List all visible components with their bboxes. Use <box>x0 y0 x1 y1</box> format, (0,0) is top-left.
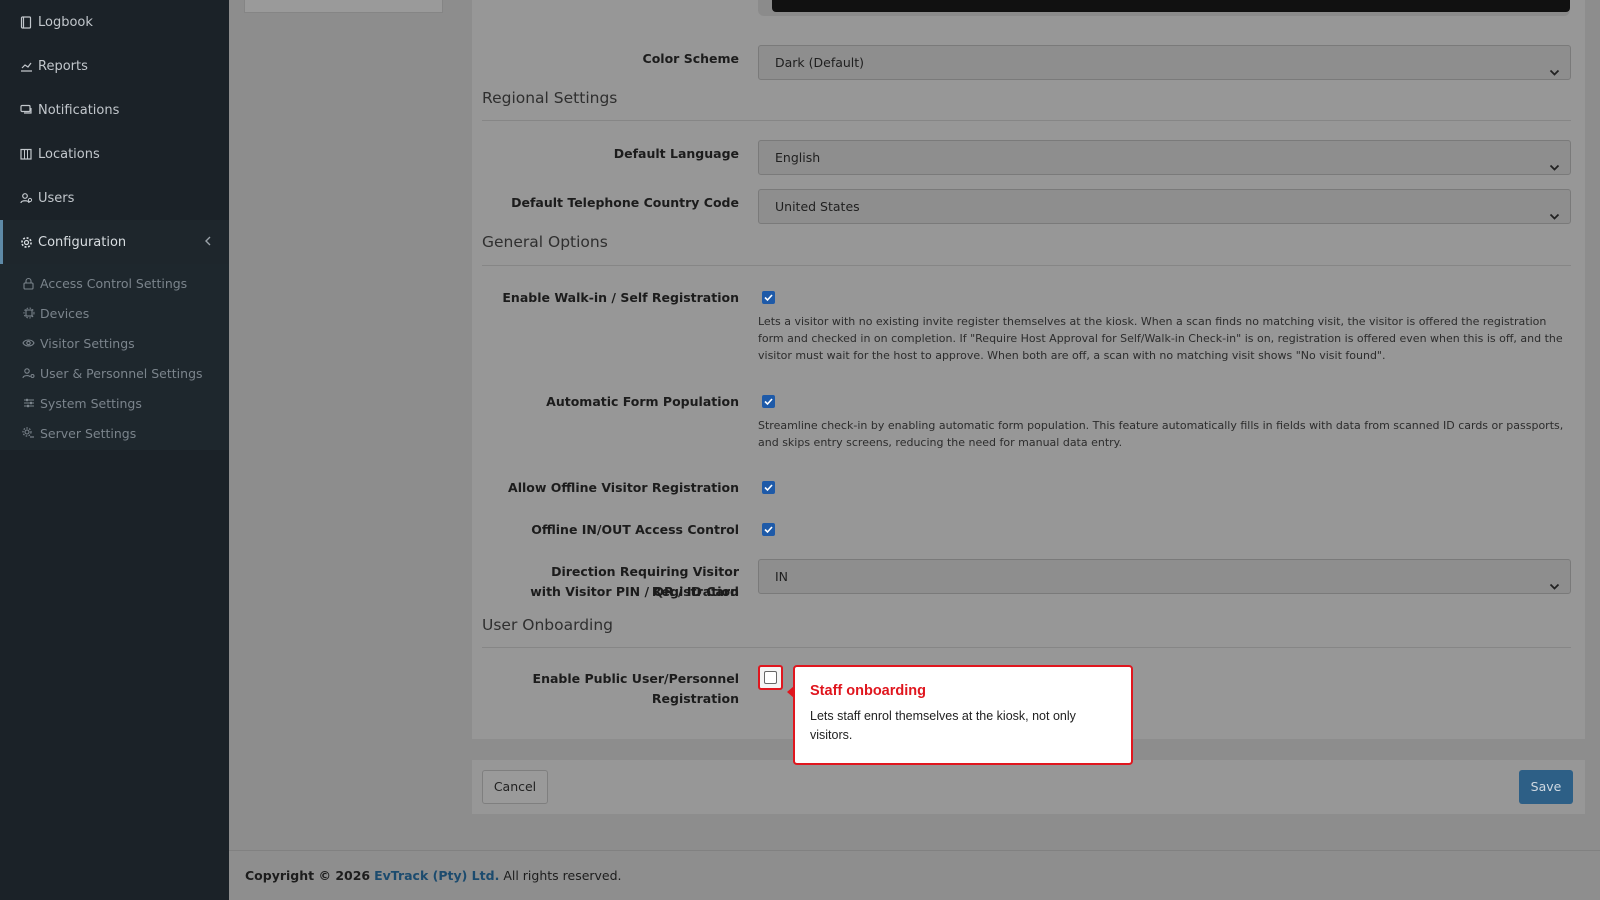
gear-icon <box>19 235 33 249</box>
configuration-submenu: Access Control Settings Devices Visitor … <box>0 264 229 450</box>
sidebar-subitem-user-personnel[interactable]: User & Personnel Settings <box>0 358 229 388</box>
chart-icon <box>19 59 33 73</box>
tooltip-body: Lets staff enrol themselves at the kiosk… <box>810 709 1076 742</box>
country-code-label: Default Telephone Country Code <box>511 195 739 210</box>
theme-preview <box>772 0 1570 12</box>
tooltip-arrow <box>787 686 794 698</box>
user-gear-icon <box>22 367 35 380</box>
sidebar-item-label: Users <box>38 190 75 206</box>
offline-access-checkbox[interactable] <box>762 523 775 536</box>
sidebar-subitem-label: Access Control Settings <box>40 275 188 291</box>
divider <box>482 647 1571 648</box>
server-gear-icon <box>22 427 35 440</box>
sidebar-subitem-access-control[interactable]: Access Control Settings <box>0 268 229 298</box>
divider <box>482 265 1571 266</box>
sidebar-subitem-label: Devices <box>40 305 90 321</box>
cancel-button[interactable]: Cancel <box>482 770 548 804</box>
sidebar-item-label: Notifications <box>38 102 120 118</box>
chevron-down-icon <box>1549 152 1560 171</box>
sidebar-item-reports[interactable]: Reports <box>0 44 229 88</box>
copyright-text: Copyright © 2026 <box>245 868 371 883</box>
settings-panel: Color Scheme Dark (Default) Regional Set… <box>472 0 1585 739</box>
direction-row: Direction Requiring Visitor Registration… <box>482 562 739 602</box>
sidebar-item-logbook[interactable]: Logbook <box>0 0 229 44</box>
page-footer: Copyright © 2026 EvTrack (Pty) Ltd. All … <box>229 850 1600 900</box>
public-registration-row: Enable Public User/Personnel Registratio… <box>482 669 739 709</box>
sidebar-item-locations[interactable]: Locations <box>0 132 229 176</box>
sidebar-item-notifications[interactable]: Notifications <box>0 88 229 132</box>
checkbox-box <box>764 671 777 684</box>
public-registration-checkbox[interactable] <box>758 665 783 690</box>
sidebar-item-label: Locations <box>38 146 100 162</box>
chevron-left-icon[interactable] <box>201 234 215 248</box>
sidebar-subitem-server-settings[interactable]: Server Settings <box>0 418 229 448</box>
chevron-down-icon <box>1549 201 1560 220</box>
offline-access-label: Offline IN/OUT Access Control <box>531 522 739 537</box>
country-code-value: United States <box>775 199 860 214</box>
direction-value: IN <box>775 569 789 584</box>
onboarding-tooltip: Staff onboarding Lets staff enrol themse… <box>787 665 1133 765</box>
sidebar-item-label: Logbook <box>38 14 93 30</box>
sidebar-item-label: Reports <box>38 58 88 74</box>
default-language-select[interactable]: English <box>758 140 1571 175</box>
sliders-icon <box>22 397 35 410</box>
public-registration-label-line2: Registration <box>651 691 739 706</box>
default-language-value: English <box>775 150 821 165</box>
sidebar-item-label: Configuration <box>38 234 127 250</box>
sidebar-subitem-system-settings[interactable]: System Settings <box>0 388 229 418</box>
auto-form-checkbox[interactable] <box>762 395 775 408</box>
company-link[interactable]: EvTrack (Pty) Ltd. <box>374 868 499 883</box>
color-scheme-value: Dark (Default) <box>775 55 865 70</box>
auto-form-help-text: Streamline check-in by enabling automati… <box>758 419 1564 449</box>
auto-form-label: Automatic Form Population <box>546 394 739 409</box>
rights-text: All rights reserved. <box>503 868 622 883</box>
sidebar-item-configuration[interactable]: Configuration <box>0 220 229 264</box>
direction-label-line2: with Visitor PIN / QR / ID Card <box>530 584 739 599</box>
sidebar-subitem-visitor-settings[interactable]: Visitor Settings <box>0 328 229 358</box>
chevron-down-icon <box>1549 571 1560 590</box>
eye-icon <box>22 337 35 350</box>
tooltip-title: Staff onboarding <box>810 683 926 699</box>
sidebar-subitem-devices[interactable]: Devices <box>0 298 229 328</box>
walkin-label: Enable Walk-in / Self Registration <box>502 290 739 305</box>
form-actions-bar: Cancel Save <box>472 760 1585 814</box>
direction-select[interactable]: IN <box>758 559 1571 594</box>
building-icon <box>19 147 33 161</box>
sidebar-subitem-label: Server Settings <box>40 425 137 441</box>
divider <box>482 120 1571 121</box>
user-onboarding-heading: User Onboarding <box>482 616 614 634</box>
sidebar-subitem-label: User & Personnel Settings <box>40 365 203 381</box>
walkin-help-text: Lets a visitor with no existing invite r… <box>758 315 1563 362</box>
offline-registration-label: Allow Offline Visitor Registration <box>508 480 739 495</box>
color-scheme-select[interactable]: Dark (Default) <box>758 45 1571 80</box>
sidebar-subitem-label: Visitor Settings <box>40 335 135 351</box>
default-language-label: Default Language <box>613 146 739 161</box>
users-icon <box>19 191 33 205</box>
general-options-heading: General Options <box>482 233 608 251</box>
lock-icon <box>22 277 35 290</box>
cpu-icon <box>22 307 35 320</box>
public-registration-label-line1: Enable Public User/Personnel <box>532 671 739 686</box>
settings-nav-card <box>244 0 443 13</box>
offline-registration-checkbox[interactable] <box>762 481 775 494</box>
book-icon <box>19 15 33 29</box>
save-button[interactable]: Save <box>1519 770 1573 804</box>
chevron-down-icon <box>1549 57 1560 76</box>
regional-settings-heading: Regional Settings <box>482 89 618 107</box>
country-code-select[interactable]: United States <box>758 189 1571 224</box>
sidebar-item-users[interactable]: Users <box>0 176 229 220</box>
walkin-checkbox[interactable] <box>762 291 775 304</box>
sidebar: Logbook Reports Notifications Locations … <box>0 0 229 900</box>
sidebar-subitem-label: System Settings <box>40 395 142 411</box>
color-scheme-label: Color Scheme <box>642 51 739 66</box>
chat-icon <box>19 103 33 117</box>
